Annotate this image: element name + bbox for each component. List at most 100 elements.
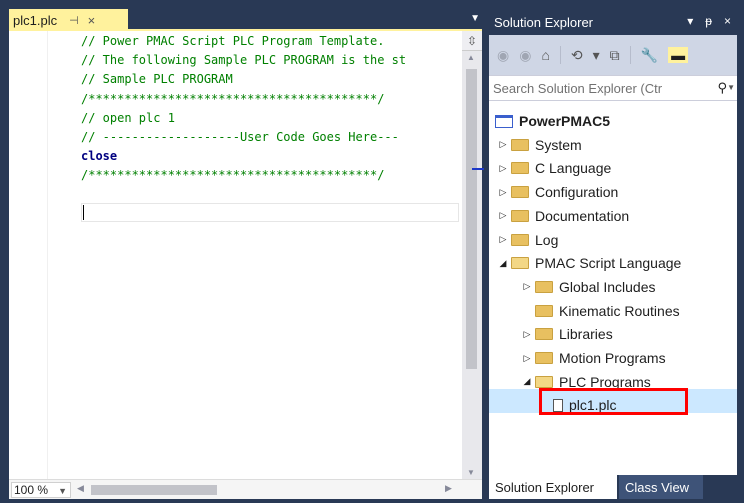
expand-arrow-icon[interactable]: ▷	[519, 281, 535, 292]
splitter-marker	[472, 168, 484, 170]
folder-open-icon	[535, 375, 553, 388]
search-icon[interactable]: ⚲	[717, 80, 727, 96]
code-line: /***************************************…	[81, 91, 385, 106]
tree-node-label: C Language	[535, 160, 612, 177]
tree-node-label: Global Includes	[559, 278, 656, 295]
panel-close-icon[interactable]: ×	[724, 14, 731, 28]
tree-node[interactable]: ▷ Motion Programs	[519, 346, 666, 370]
folder-icon	[511, 186, 529, 199]
wrench-icon[interactable]: 🔧	[641, 47, 658, 64]
tree-node[interactable]: Kinematic Routines	[519, 299, 680, 323]
document-tab-strip: plc1.plc ⊣ × ▼	[9, 9, 482, 31]
line-gutter	[9, 31, 48, 479]
code-line: close	[81, 149, 118, 164]
split-window-button[interactable]: ⇳	[462, 31, 482, 51]
code-editor-pane: plc1.plc ⊣ × ▼ // Power PMAC Script PLC …	[9, 9, 482, 499]
horizontal-scroll-thumb[interactable]	[91, 485, 217, 495]
pin-tab-icon[interactable]: ⊣	[69, 14, 79, 27]
toolbar-separator	[629, 46, 631, 64]
tab-dropdown-icon[interactable]: ▼	[470, 13, 480, 24]
tree-node[interactable]: ▷ Log	[495, 228, 559, 252]
panel-pin-icon[interactable]: ᵽ	[705, 14, 712, 28]
expand-arrow-icon[interactable]: ▷	[519, 329, 535, 340]
history-dropdown-icon[interactable]: ▾	[593, 47, 600, 64]
tree-node[interactable]: ▷ C Language	[495, 156, 612, 180]
zoom-level-select[interactable]: 100 % ▼	[11, 482, 71, 498]
collapse-arrow-icon[interactable]: ◢	[495, 258, 511, 269]
tree-node-label: Motion Programs	[559, 350, 666, 366]
expand-arrow-icon[interactable]: ▷	[495, 139, 511, 150]
tree-node[interactable]: ▷ Global Includes	[519, 275, 656, 299]
tree-node[interactable]: PowerPMAC5	[495, 109, 610, 133]
splitter-icon: ⇳	[466, 33, 478, 48]
expand-arrow-icon[interactable]: ▷	[495, 187, 511, 198]
vertical-scrollbar[interactable]: ▲ ▼	[462, 51, 482, 479]
search-placeholder: Search Solution Explorer (Ctr	[493, 80, 663, 96]
code-line: // The following Sample PLC PROGRAM is t…	[81, 53, 407, 68]
zoom-level-value: 100 %	[14, 483, 49, 497]
solution-search-box[interactable]: Search Solution Explorer (Ctr ⚲ ▼	[489, 75, 737, 101]
scroll-down-arrow-icon[interactable]: ▼	[467, 468, 475, 477]
solution-icon	[495, 114, 513, 128]
tree-node-label: Log	[535, 231, 559, 248]
tree-node[interactable]: ▷ Documentation	[495, 204, 630, 228]
scroll-left-arrow-icon[interactable]: ◀	[77, 483, 84, 494]
folder-icon	[511, 209, 529, 222]
code-line: // open plc 1	[81, 110, 175, 125]
search-options-icon[interactable]: ▼	[727, 83, 735, 92]
document-tab-plc1[interactable]: plc1.plc ⊣ ×	[9, 9, 128, 31]
vertical-scroll-thumb[interactable]	[466, 69, 477, 369]
solution-explorer-toolbar: ◉ ◉ ⌂ ⟲ ▾ ⧉ 🔧 ▬	[489, 35, 737, 75]
expand-arrow-icon[interactable]: ▷	[519, 353, 535, 364]
folder-icon	[511, 138, 529, 151]
home-icon[interactable]: ⌂	[541, 47, 549, 63]
solution-tree: PowerPMAC5 ▷ System ▷ C Language ▷ Configurati…	[489, 105, 737, 475]
copy-icon[interactable]: ⧉	[610, 47, 620, 64]
tree-node[interactable]: ▷ System	[495, 133, 582, 157]
folder-icon	[535, 280, 553, 293]
tree-node-label: Libraries	[559, 326, 613, 343]
panel-title: Solution Explorer	[494, 14, 593, 30]
folder-icon	[535, 328, 553, 341]
panel-window-buttons: ▾ ᵽ ×	[687, 14, 731, 28]
back-icon[interactable]: ◉	[497, 47, 509, 64]
collapse-arrow-icon[interactable]: ◢	[519, 376, 535, 387]
zoom-dropdown-icon[interactable]: ▼	[58, 484, 67, 498]
tree-node-label: Configuration	[535, 184, 619, 201]
scroll-up-arrow-icon[interactable]: ▲	[467, 53, 475, 62]
tree-node[interactable]: ▷ Configuration	[495, 180, 619, 204]
tree-node-label: Documentation	[535, 207, 630, 224]
folder-icon	[535, 352, 553, 364]
tree-node-label: PMAC Script Language	[535, 255, 682, 272]
editor-status-bar: 100 % ▼ ◀ ▶	[9, 479, 482, 499]
panel-options-icon[interactable]: ▾	[687, 14, 693, 28]
tab-solution-explorer[interactable]: Solution Explorer	[489, 475, 617, 499]
code-text-area[interactable]: // Power PMAC Script PLC Program Templat…	[9, 31, 461, 479]
solution-explorer-panel: Solution Explorer ▾ ᵽ × ◉ ◉ ⌂ ⟲ ▾ ⧉ 🔧 ▬ …	[489, 9, 737, 499]
forward-icon[interactable]: ◉	[519, 47, 531, 64]
panel-bottom-tabs: Solution Explorer Class View	[489, 475, 737, 499]
text-caret	[83, 205, 84, 220]
annotation-highlight-box	[539, 388, 688, 415]
folder-icon	[511, 162, 529, 175]
code-line: // Sample PLC PROGRAM	[81, 72, 233, 87]
preview-pin-icon[interactable]: ▬	[668, 47, 689, 63]
folder-icon	[535, 304, 553, 317]
tree-node-label: Kinematic Routines	[559, 302, 680, 319]
folder-icon	[511, 233, 529, 246]
solution-explorer-header: Solution Explorer ▾ ᵽ ×	[489, 9, 737, 35]
tree-node-label: System	[535, 136, 582, 153]
expand-arrow-icon[interactable]: ▷	[495, 234, 511, 245]
code-line: // Power PMAC Script PLC Program Templat…	[81, 34, 385, 48]
close-tab-icon[interactable]: ×	[88, 13, 96, 28]
tree-node[interactable]: ▷ Libraries	[519, 322, 613, 346]
tree-node[interactable]: ◢ PMAC Script Language	[495, 251, 682, 275]
code-line: // -------------------User Code Goes Her…	[81, 130, 399, 144]
expand-arrow-icon[interactable]: ▷	[495, 163, 511, 174]
scroll-right-arrow-icon[interactable]: ▶	[445, 483, 452, 494]
expand-arrow-icon[interactable]: ▷	[495, 210, 511, 221]
tab-class-view[interactable]: Class View	[619, 475, 703, 499]
history-icon[interactable]: ⟲	[571, 47, 583, 64]
document-tab-title: plc1.plc	[13, 12, 58, 28]
tree-node-label: PowerPMAC5	[519, 113, 611, 129]
